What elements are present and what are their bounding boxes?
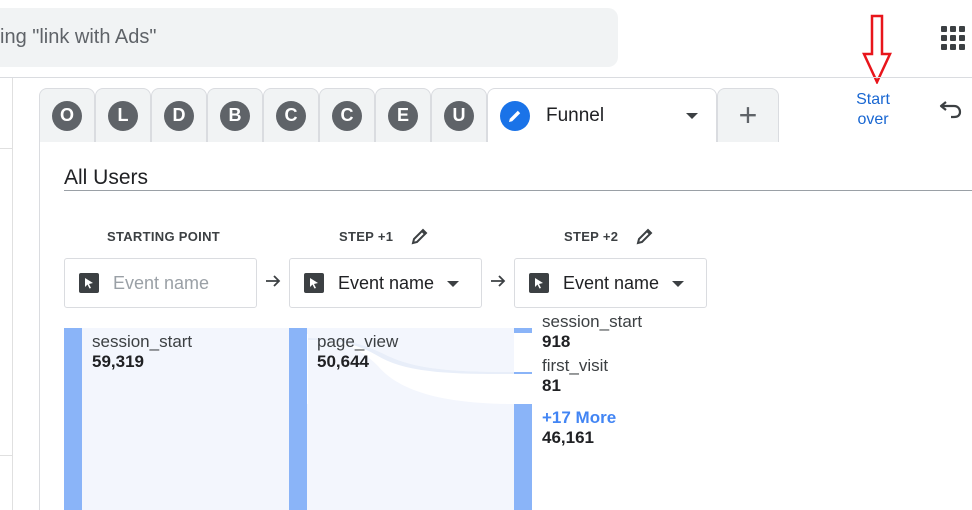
flow-node-bar[interactable] (514, 372, 532, 374)
edit-icon[interactable] (410, 226, 430, 246)
segment-avatar: C (276, 100, 306, 131)
left-panel (0, 78, 13, 510)
event-name-selector-step-1[interactable]: Event name (289, 258, 482, 308)
node-label: session_start (542, 312, 643, 331)
arrow-right-icon (491, 275, 506, 287)
segment-tab-strip: O L D B C C E U Funnel + (39, 88, 779, 142)
flow-node-bar[interactable] (289, 328, 307, 510)
arrow-right-icon (266, 275, 281, 287)
header-divider (0, 77, 972, 78)
segment-tab[interactable]: L (95, 88, 151, 142)
flow-node-bar[interactable] (514, 404, 532, 510)
segment-tab[interactable]: E (375, 88, 431, 142)
segment-avatar: D (164, 100, 194, 131)
node-label: session_start (92, 332, 193, 351)
undo-icon[interactable] (938, 95, 964, 121)
tab-funnel-active[interactable]: Funnel (487, 88, 717, 142)
node-value: 50,644 (317, 352, 369, 371)
step-label-step-2: STEP +2 (564, 229, 619, 244)
segment-avatar: B (220, 100, 250, 131)
pencil-icon (500, 100, 530, 131)
cursor-icon (529, 273, 549, 293)
tab-name-input[interactable]: Funnel (546, 105, 604, 127)
segment-avatar: O (52, 100, 82, 131)
start-over-button[interactable]: Start over (842, 90, 904, 130)
apps-grid-icon[interactable] (941, 26, 965, 50)
title-underline (64, 190, 972, 191)
event-name-value: Event name (563, 272, 660, 293)
flow-node-bar[interactable] (514, 328, 532, 333)
left-panel-divider (0, 148, 13, 149)
more-events-link[interactable]: +17 More (542, 408, 616, 428)
segment-tab[interactable]: O (39, 88, 95, 142)
node-value: 59,319 (92, 352, 144, 371)
node-label: first_visit (542, 356, 609, 375)
edit-icon[interactable] (635, 226, 655, 246)
flow-band (307, 404, 514, 510)
add-tab-button[interactable]: + (717, 88, 779, 142)
segment-tab[interactable]: B (207, 88, 263, 142)
node-value: 46,161 (542, 428, 594, 447)
event-name-value: Event name (338, 272, 435, 293)
step-label-step-1: STEP +1 (339, 229, 394, 244)
segment-avatar: L (108, 100, 138, 131)
cursor-icon (79, 273, 99, 293)
node-label: page_view (317, 332, 399, 351)
segment-avatar: E (388, 100, 418, 131)
segment-avatar: C (332, 100, 362, 131)
annotation-arrow-icon (862, 14, 892, 84)
segment-tab[interactable]: C (319, 88, 375, 142)
segment-tab[interactable]: U (431, 88, 487, 142)
segment-title: All Users (64, 166, 149, 189)
chevron-down-icon[interactable] (672, 281, 684, 287)
search-query[interactable]: ing "link with Ads" (0, 26, 157, 49)
step-label-starting-point: STARTING POINT (107, 229, 221, 244)
left-panel-divider (0, 455, 13, 456)
segment-avatar: U (444, 100, 474, 131)
cursor-icon (304, 273, 324, 293)
search-bar[interactable]: ing "link with Ads" (0, 8, 618, 67)
segment-tab[interactable]: D (151, 88, 207, 142)
chevron-down-icon[interactable] (686, 113, 698, 119)
segment-tab[interactable]: C (263, 88, 319, 142)
app-root: ing "link with Ads" O L D B C C E U Funn… (0, 0, 972, 510)
flow-node-bar[interactable] (64, 328, 82, 510)
node-value: 918 (542, 332, 571, 351)
event-name-selector-step-2[interactable]: Event name (514, 258, 707, 308)
chevron-down-icon[interactable] (447, 281, 459, 287)
event-name-selector-start[interactable]: Event name (64, 258, 257, 308)
event-name-placeholder: Event name (113, 272, 210, 293)
node-value: 81 (542, 376, 561, 395)
